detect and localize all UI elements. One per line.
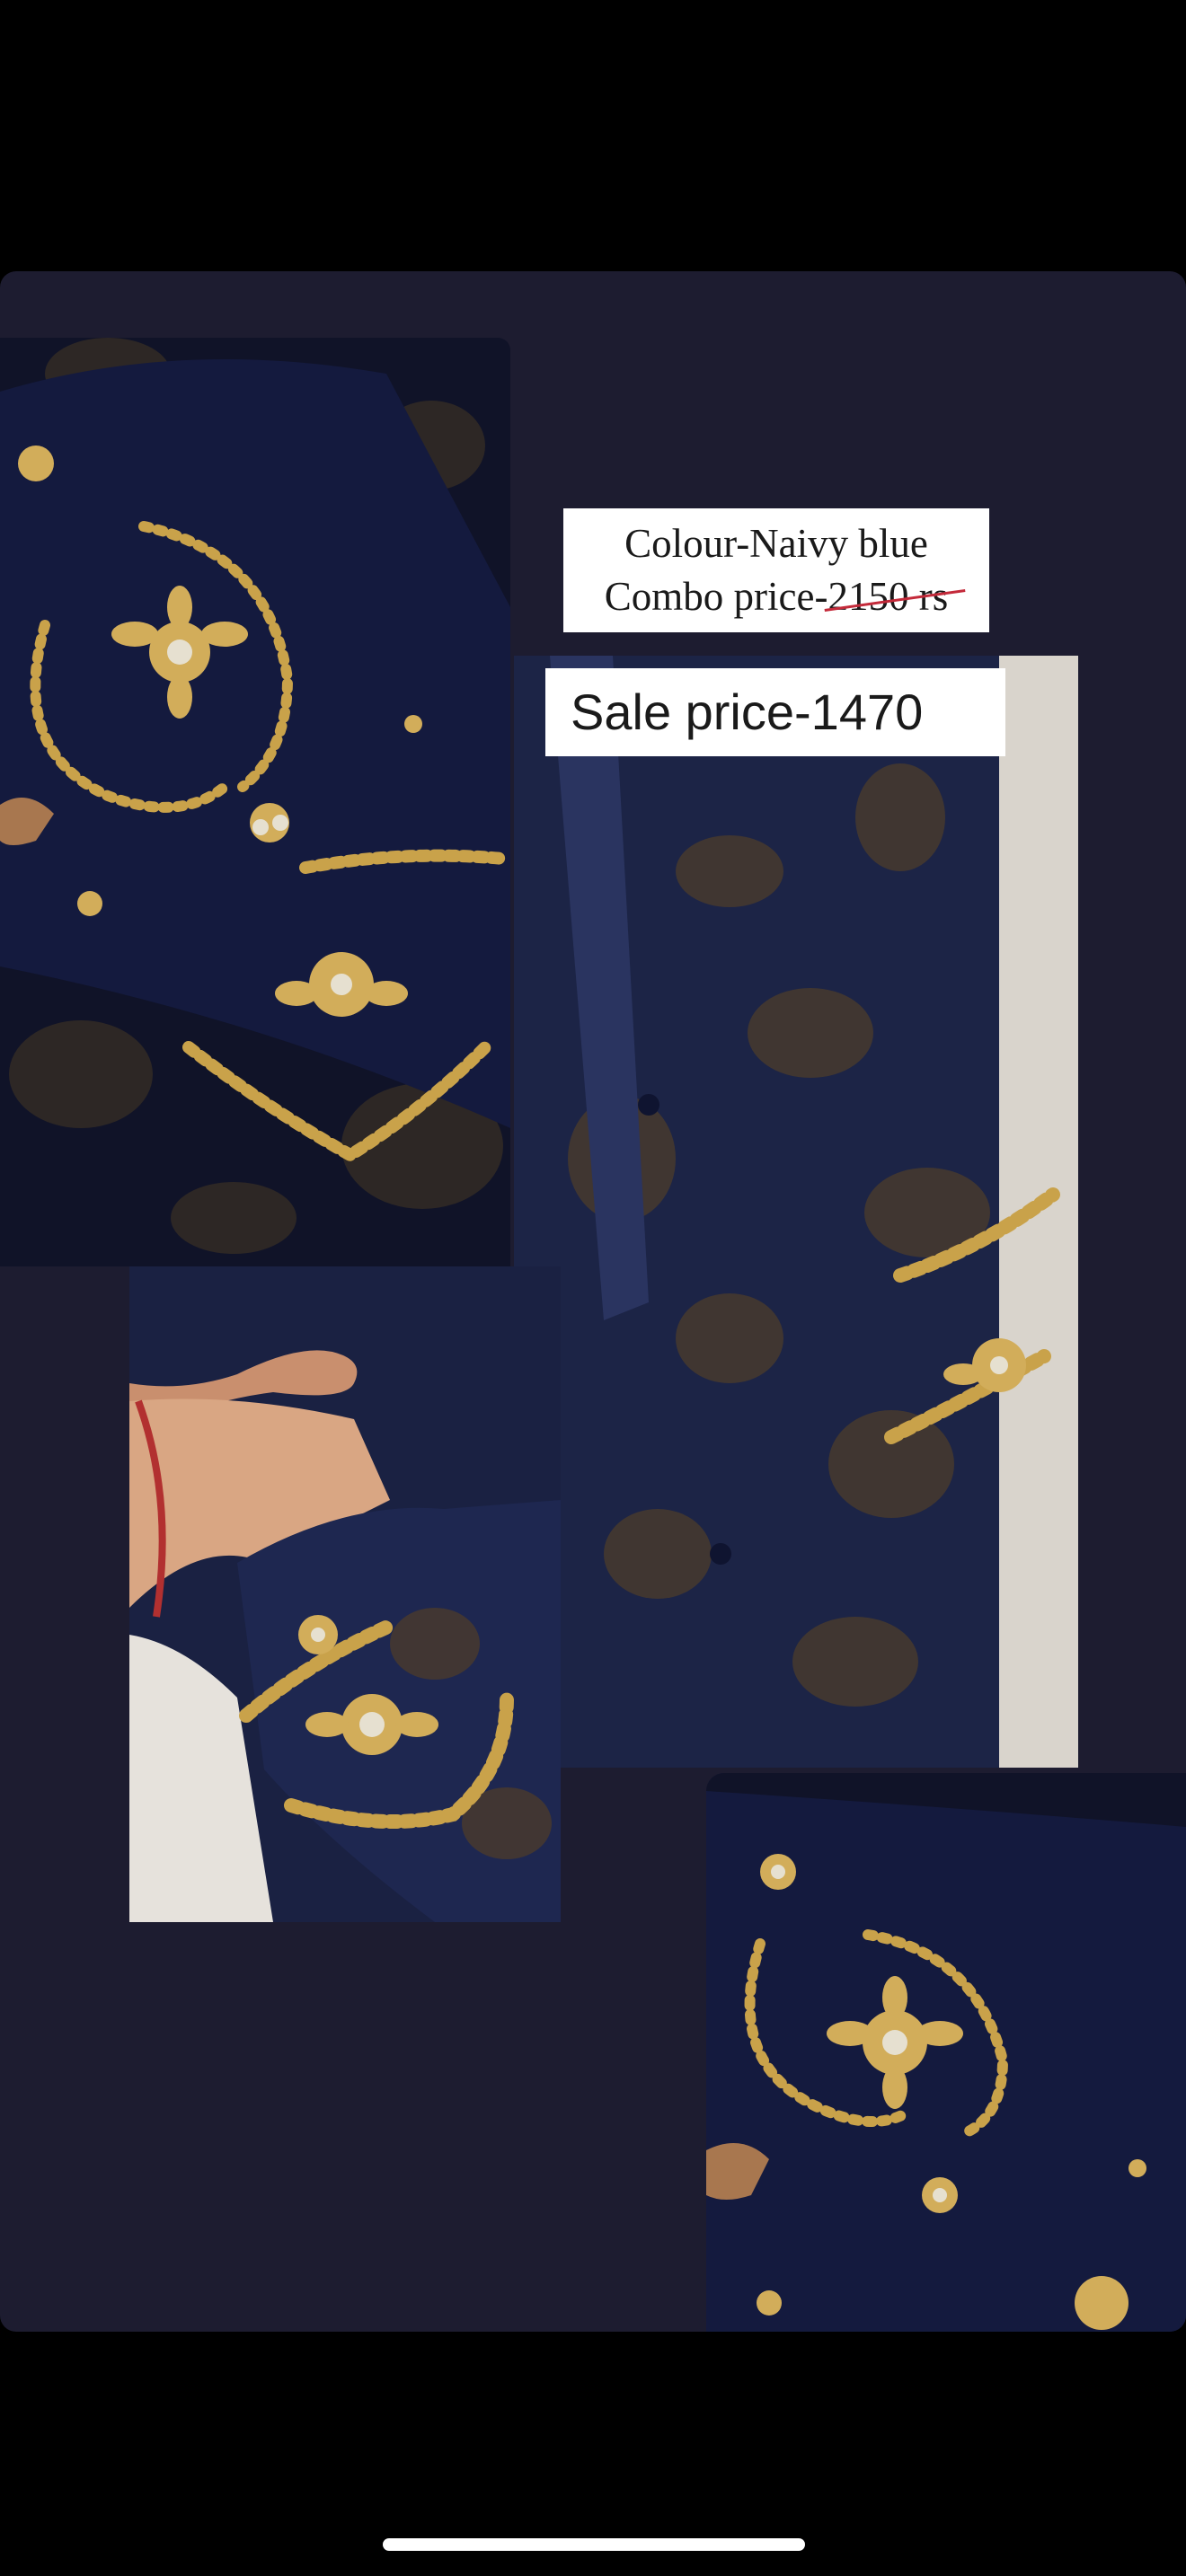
combo-price-prefix: Combo price-	[604, 574, 828, 619]
combo-price-line: Combo price-2150 rs	[563, 570, 989, 623]
post-card: Colour-Naivy blue Combo price-2150 rs Sa…	[0, 271, 1186, 2332]
sale-price-label: Sale price-1470	[545, 668, 1005, 756]
clutch-bottom-photo	[706, 1773, 1186, 2332]
home-indicator[interactable]	[383, 2538, 805, 2551]
colour-text: Colour-Naivy blue	[624, 521, 928, 566]
clutch-top-photo	[0, 338, 510, 1266]
jacket-photo	[514, 656, 1078, 1768]
combo-price-old: 2150 rs	[828, 570, 948, 623]
sleeve-photo	[129, 1266, 561, 1922]
product-info-label: Colour-Naivy blue Combo price-2150 rs	[563, 508, 989, 632]
